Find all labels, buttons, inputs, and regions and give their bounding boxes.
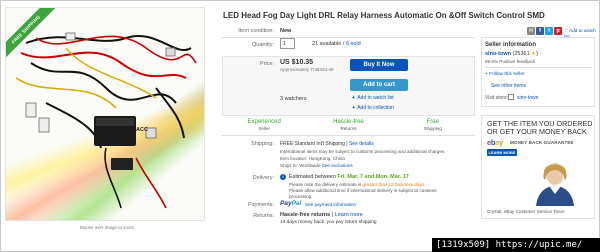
buy-it-now-button[interactable]: Buy It Now [350,59,408,71]
shipping-line: FREE Standard Int'l Shipping | See detai… [280,141,374,147]
customer-service-photo [536,163,574,206]
plus-icon: + [352,95,356,101]
harness-illustration [15,32,197,209]
add-to-collection-link[interactable]: + Add to collection [352,105,394,111]
image-zoom-caption: Mouse over image to zoom [80,225,135,230]
seller-feedback: 99.6% Positive feedback [485,59,536,64]
delivery-customs-note: Please allow additional time if internat… [289,188,437,193]
payment-info-link[interactable]: See payment information [305,202,356,207]
watermark: [1319x509] https://upic.me/ [432,238,600,252]
quantity-label: Quantity: [251,42,274,48]
delivery-estimate: Estimated between Fri. Mar. 7 and Mon. M… [289,174,409,180]
follow-seller-link[interactable]: + Follow this seller [485,72,525,77]
seller-info-heading: Seller information [485,42,537,48]
add-to-cart-button[interactable]: Add to cart [350,79,408,91]
ebay-logo: ebay [487,138,503,147]
plus-icon: + [352,105,356,111]
seller-score: (25361 [510,51,532,57]
quantity-input[interactable]: 1 [280,38,295,49]
returns-label: Returns: [253,213,274,219]
trust-badges: Experienced Seller Hassle-free Returns F… [222,118,475,136]
price-value: US $10.35 [280,59,314,66]
add-to-watch-list-link[interactable]: + Add to watch list [352,95,394,101]
store-link[interactable]: sino-town [517,95,538,101]
see-other-items-link[interactable]: See other items [491,83,526,89]
delivery-customs-note-end: processing. [289,194,313,199]
item-location: Item location: HongKong, China [280,156,345,161]
quantity-availability: 21 available / 6 sold [312,41,361,47]
shipping-label: Shipping: [251,141,274,147]
delivery-dates: Fri. Mar. 7 and Mon. Mar. 17 [337,174,409,180]
returns-policy: Hassle-free returns | Learn more [280,212,363,218]
twitter-icon[interactable]: t [545,27,553,35]
payments-label: Payments: [248,202,274,208]
share-row: ✉ f t p [527,27,562,35]
returns-details: 14 days money back, you pay return shipp… [280,220,377,225]
delivery-note: Please note the delivery estimate is gre… [289,182,426,187]
seller-name: sino-town (25361 ★) [485,51,538,57]
store-icon [508,94,514,100]
image-acc-label: ACC [136,127,148,133]
sold-count-link[interactable]: 6 sold [346,41,361,47]
condition-value: New [280,28,292,34]
divider [485,67,591,68]
money-back-guarantee-text: MONEY BACK GUARANTEE [510,140,574,145]
price-approx: Approximately THB334.46 [280,67,334,72]
see-exclusions-link[interactable]: See exclusions [322,163,353,168]
ad-headline: GET THE ITEM YOU ORDERED OR GET YOUR MON… [487,119,593,136]
product-image[interactable]: FREE SHIPPING [5,7,205,221]
facebook-icon[interactable]: f [536,27,544,35]
divider [222,37,475,38]
paypal-logo: PayPal [280,200,302,207]
badge-free-shipping: Free Shipping [423,119,442,131]
email-icon[interactable]: ✉ [527,27,535,35]
shipping-details-link[interactable]: See details [349,141,374,147]
watchers-count: 3 watchers [280,96,307,102]
badge-experienced-seller: Experienced Seller [247,119,281,131]
page-title: LED Head Fog Day Light DRL Relay Harness… [223,11,545,20]
visit-store-label: Visit store: [485,95,509,101]
shipping-customs-note: International items may be subject to cu… [280,149,446,154]
pinterest-icon[interactable]: p [554,27,562,35]
seller-name-link[interactable]: sino-town [485,51,511,57]
ships-to: Ships to: Worldwide See exclusions [280,163,353,168]
condition-label: Item condition: [238,28,274,34]
learn-more-link[interactable]: Learn more [335,212,363,218]
learn-more-button[interactable]: LEARN MORE [487,149,517,156]
ad-caption: Crystal, eBay Customer Service Team [487,209,565,214]
badge-hassle-free-returns: Hassle-free Returns [333,119,364,131]
info-icon: i [280,174,286,180]
price-label: Price: [259,61,274,67]
delivery-label: Delivery: [252,175,274,181]
